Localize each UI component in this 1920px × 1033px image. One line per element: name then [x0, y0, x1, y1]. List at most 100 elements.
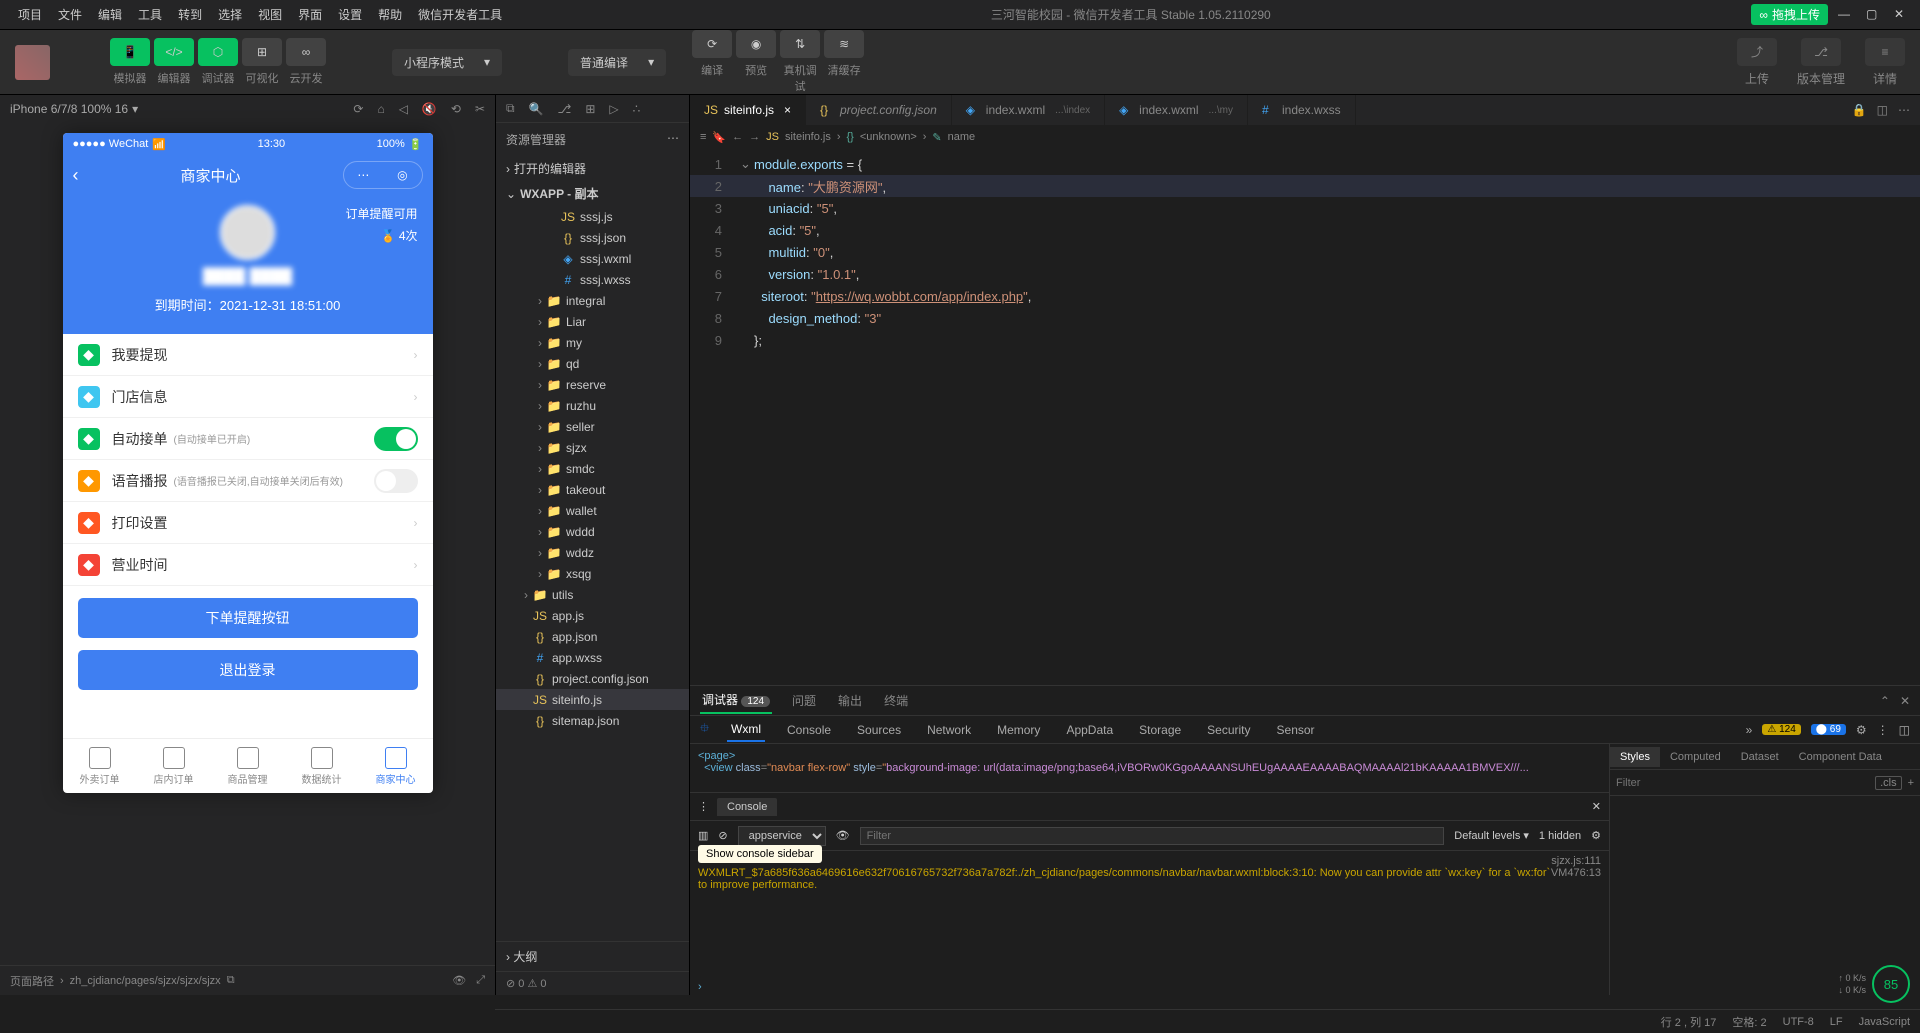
tree-item[interactable]: ›📁smdc [496, 458, 689, 479]
copy-icon[interactable]: ⧉ [227, 974, 235, 987]
refresh-icon[interactable]: ⟳ [353, 102, 363, 116]
devtool-tab[interactable]: Security [1203, 719, 1254, 741]
tree-item[interactable]: JSsiteinfo.js [496, 689, 689, 710]
problems-status[interactable]: ⊘ 0 ⚠ 0 [506, 977, 546, 990]
details-button[interactable]: ≡详情 [1865, 38, 1905, 87]
device-info[interactable]: iPhone 6/7/8 100% 16 [10, 102, 128, 116]
style-tab[interactable]: Styles [1610, 747, 1660, 767]
menu-微信开发者工具[interactable]: 微信开发者工具 [410, 6, 510, 23]
more-icon[interactable]: ⋮ [1877, 723, 1889, 737]
tree-item[interactable]: ›📁utils [496, 584, 689, 605]
tree-item[interactable]: {}sitemap.json [496, 710, 689, 731]
chevron-up-icon[interactable]: ⌃ [1880, 694, 1890, 708]
dock-icon[interactable]: ◫ [1899, 723, 1910, 737]
editor-tab[interactable]: {}project.config.json [806, 95, 952, 125]
tree-item[interactable]: ›📁my [496, 332, 689, 353]
console-tab[interactable]: Console [717, 798, 777, 816]
tree-item[interactable]: ›📁xsqg [496, 563, 689, 584]
language[interactable]: JavaScript [1859, 1016, 1910, 1028]
gear-icon[interactable]: ⚙ [1856, 723, 1867, 737]
menu-row[interactable]: ◆门店信息› [63, 376, 433, 418]
preview-button[interactable]: ◉ [736, 30, 776, 58]
big-button[interactable]: 下单提醒按钮 [78, 598, 418, 638]
log-line[interactable]: sjzx.js:111 [698, 855, 1601, 867]
tree-item[interactable]: ›📁reserve [496, 374, 689, 395]
tree-item[interactable]: ›📁seller [496, 416, 689, 437]
screenshot-icon[interactable]: ✂ [475, 102, 485, 116]
simulator-button[interactable]: 📱 [110, 38, 150, 66]
tree-item[interactable]: ›📁takeout [496, 479, 689, 500]
devtool-tab[interactable]: Sources [853, 719, 905, 741]
menu-选择[interactable]: 选择 [210, 6, 250, 23]
minimize-icon[interactable]: — [1838, 7, 1854, 23]
nav-back-icon[interactable]: ← [732, 131, 743, 143]
menu-工具[interactable]: 工具 [130, 6, 170, 23]
bookmark-icon[interactable]: 🔖 [712, 131, 726, 144]
tree-item[interactable]: ◈sssj.wxml [496, 248, 689, 269]
menu-row[interactable]: ◆我要提现› [63, 334, 433, 376]
cursor-pos[interactable]: 行 2 , 列 17 [1661, 1014, 1717, 1030]
merchant-avatar[interactable] [220, 205, 275, 260]
mode-dropdown[interactable]: 小程序模式 [392, 49, 502, 76]
capsule[interactable]: ⋯◎ [343, 161, 423, 189]
search-icon[interactable]: 🔍 [529, 102, 544, 116]
toggle[interactable] [374, 427, 418, 451]
open-editors-section[interactable]: ›打开的编辑器 [496, 156, 689, 181]
menu-row[interactable]: ◆自动接单(自动接单已开启) [63, 418, 433, 460]
devtool-tab[interactable]: Wxml [727, 718, 765, 742]
menu-视图[interactable]: 视图 [250, 6, 290, 23]
editor-tab[interactable]: ◈index.wxml...\my [1105, 95, 1248, 125]
menu-项目[interactable]: 项目 [10, 6, 50, 23]
style-tab[interactable]: Computed [1660, 747, 1731, 767]
levels-dropdown[interactable]: Default levels ▾ [1454, 829, 1529, 842]
user-avatar[interactable] [15, 45, 50, 80]
encoding[interactable]: UTF-8 [1783, 1016, 1814, 1028]
indent[interactable]: 空格: 2 [1732, 1014, 1766, 1030]
menu-帮助[interactable]: 帮助 [370, 6, 410, 23]
tree-item[interactable]: JSsssj.js [496, 206, 689, 227]
expand-icon[interactable]: ⤢ [476, 974, 485, 987]
add-rule-icon[interactable]: + [1908, 777, 1914, 789]
devtool-tab[interactable]: Memory [993, 719, 1044, 741]
console-prompt[interactable]: › [690, 979, 1609, 995]
outline-section[interactable]: › 大纲 [496, 941, 689, 971]
nav-fwd-icon[interactable]: → [749, 131, 760, 143]
tree-item[interactable]: #app.wxss [496, 647, 689, 668]
tab-item[interactable]: 商家中心 [359, 739, 433, 793]
visual-button[interactable]: ⊞ [242, 38, 282, 66]
style-tab[interactable]: Dataset [1731, 747, 1789, 767]
tree-item[interactable]: ›📁qd [496, 353, 689, 374]
tab-item[interactable]: 数据统计 [285, 739, 359, 793]
compile-button[interactable]: ⟳ [692, 30, 732, 58]
back-icon[interactable]: ◁ [399, 102, 408, 116]
more-icon[interactable]: ⋯ [1898, 103, 1910, 117]
files-icon[interactable]: ⧉ [506, 101, 515, 116]
menu-设置[interactable]: 设置 [330, 6, 370, 23]
menu-转到[interactable]: 转到 [170, 6, 210, 23]
version-button[interactable]: ⎇版本管理 [1797, 38, 1845, 87]
menu-row[interactable]: ◆打印设置› [63, 502, 433, 544]
bottom-tab[interactable]: 输出 [836, 688, 864, 713]
more-icon[interactable]: » [1746, 723, 1753, 737]
project-section[interactable]: ⌄WXAPP - 副本 [496, 181, 689, 206]
menu-文件[interactable]: 文件 [50, 6, 90, 23]
editor-button[interactable]: </> [154, 38, 194, 66]
split-icon[interactable]: ◫ [1877, 103, 1888, 117]
mute-icon[interactable]: 🔇 [422, 102, 437, 116]
eol[interactable]: LF [1830, 1016, 1843, 1028]
tree-item[interactable]: JSapp.js [496, 605, 689, 626]
more-icon[interactable]: ⋯ [667, 131, 679, 148]
rotate-icon[interactable]: ⟲ [451, 102, 461, 116]
cls-button[interactable]: .cls [1875, 776, 1902, 790]
menu-row[interactable]: ◆语音播报(语音播报已关闭,自动接单关闭后有效) [63, 460, 433, 502]
editor-tab[interactable]: ◈index.wxml...\index [952, 95, 1105, 125]
menu-编辑[interactable]: 编辑 [90, 6, 130, 23]
tree-item[interactable]: ›📁wddd [496, 521, 689, 542]
sidebar-toggle-icon[interactable]: ▥ [698, 829, 708, 842]
eye-icon[interactable]: 👁 [452, 974, 466, 987]
tree-item[interactable]: ›📁wddz [496, 542, 689, 563]
console-filter[interactable] [860, 827, 1445, 845]
tree-item[interactable]: {}app.json [496, 626, 689, 647]
tree-item[interactable]: ›📁Liar [496, 311, 689, 332]
code-editor[interactable]: 1⌄module.exports = {2 name: "大鹏资源网",3 un… [690, 149, 1920, 685]
